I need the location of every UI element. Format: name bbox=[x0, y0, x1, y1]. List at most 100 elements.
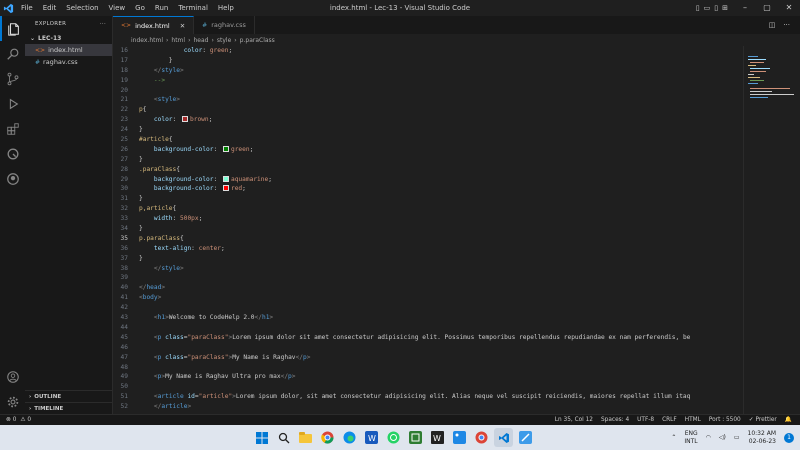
code-line[interactable]: 37} bbox=[113, 254, 743, 264]
code-line[interactable]: 46 bbox=[113, 343, 743, 353]
code-line[interactable]: 39 bbox=[113, 273, 743, 283]
settings-gear-icon[interactable] bbox=[0, 389, 25, 414]
snipping-tool-icon[interactable] bbox=[516, 428, 535, 447]
code-line[interactable]: 49 <p>My Name is Raghav Ultra pro max</p… bbox=[113, 372, 743, 382]
tab-raghav-css[interactable]: # raghav.css bbox=[194, 16, 255, 34]
code-line[interactable]: 40 </head> bbox=[113, 283, 743, 293]
close-button[interactable]: ✕ bbox=[778, 0, 800, 16]
color-swatch-icon[interactable] bbox=[222, 145, 229, 152]
close-tab-icon[interactable]: ✕ bbox=[180, 22, 185, 30]
code-line[interactable]: 21 <style> bbox=[113, 95, 743, 105]
line-endings[interactable]: CRLF bbox=[662, 417, 677, 423]
code-editor[interactable]: 16 color: green; 17 } 18 </style> 19 --> 20 2… bbox=[113, 46, 743, 414]
code-line[interactable]: 24} bbox=[113, 125, 743, 135]
minimize-button[interactable]: – bbox=[734, 0, 756, 16]
notification-icon[interactable]: 1 bbox=[784, 432, 794, 443]
code-line[interactable]: 41 <body> bbox=[113, 293, 743, 303]
customize-layout-icon[interactable]: ⊞ bbox=[722, 0, 728, 16]
errors-count[interactable]: ⊗ 0 bbox=[6, 417, 16, 423]
code-line[interactable]: 51 <article id="article">Lorem ipsum dol… bbox=[113, 392, 743, 402]
code-line[interactable]: 16 color: green; bbox=[113, 46, 743, 56]
encoding[interactable]: UTF-8 bbox=[637, 417, 654, 423]
code-line[interactable]: 43 <h1>Welcome to CodeHelp 2.0</h1> bbox=[113, 313, 743, 323]
source-control-icon[interactable] bbox=[0, 66, 25, 91]
tab-index-html[interactable]: <> index.html ✕ bbox=[113, 16, 195, 34]
live-server-port[interactable]: Port : 5500 bbox=[709, 417, 741, 423]
photos-icon[interactable] bbox=[450, 428, 469, 447]
menu-item-go[interactable]: Go bbox=[130, 0, 150, 16]
run-debug-icon[interactable] bbox=[0, 91, 25, 116]
windows-start-icon[interactable] bbox=[252, 428, 271, 447]
code-line[interactable]: 30 background-color: red; bbox=[113, 184, 743, 194]
word-icon[interactable]: W bbox=[362, 428, 381, 447]
battery-icon[interactable]: ▭ bbox=[734, 434, 740, 441]
code-line[interactable]: 17 } bbox=[113, 56, 743, 66]
menu-item-edit[interactable]: Edit bbox=[38, 0, 62, 16]
toggle-panel-icon[interactable]: ▭ bbox=[704, 0, 711, 16]
chrome-profile-icon[interactable] bbox=[472, 428, 491, 447]
prettier-status[interactable]: ✓ Prettier bbox=[749, 417, 777, 423]
edge-icon[interactable] bbox=[340, 428, 359, 447]
code-line[interactable]: 33 width: 500px; bbox=[113, 214, 743, 224]
warnings-count[interactable]: ⚠ 0 bbox=[20, 417, 31, 423]
minimap[interactable] bbox=[743, 46, 800, 414]
split-editor-icon[interactable]: ◫ bbox=[769, 21, 776, 29]
code-line[interactable]: 20 bbox=[113, 86, 743, 96]
language-indicator[interactable]: ENG INTL bbox=[684, 430, 697, 446]
code-line[interactable]: 31} bbox=[113, 194, 743, 204]
winrar-icon[interactable]: W bbox=[428, 428, 447, 447]
vscode-taskbar-icon[interactable] bbox=[494, 428, 513, 447]
code-line[interactable]: 48 bbox=[113, 363, 743, 373]
code-line[interactable]: 42 bbox=[113, 303, 743, 313]
toggle-secondary-sidebar-icon[interactable]: ▯ bbox=[714, 0, 718, 16]
code-line[interactable]: 25 #article{ bbox=[113, 135, 743, 145]
code-line[interactable]: 18 </style> bbox=[113, 66, 743, 76]
menu-item-view[interactable]: View bbox=[104, 0, 131, 16]
color-swatch-icon[interactable] bbox=[222, 175, 229, 182]
excel-like-icon[interactable] bbox=[406, 428, 425, 447]
breadcrumb-item[interactable]: head bbox=[193, 37, 208, 44]
folder-lec-13[interactable]: ⌄ LEC-13 bbox=[25, 32, 112, 44]
language-mode[interactable]: HTML bbox=[685, 417, 701, 423]
taskbar-search-icon[interactable] bbox=[274, 428, 293, 447]
more-actions-icon[interactable]: ··· bbox=[783, 21, 790, 29]
code-line[interactable]: 35 p.paraClass{ bbox=[113, 234, 743, 244]
code-line[interactable]: 23 color: brown; bbox=[113, 115, 743, 125]
clock[interactable]: 10:32 AM 02-06-23 bbox=[748, 430, 776, 446]
github-icon[interactable] bbox=[0, 166, 25, 191]
menu-item-run[interactable]: Run bbox=[150, 0, 173, 16]
code-line[interactable]: 36 text-align: center; bbox=[113, 244, 743, 254]
cursor-position[interactable]: Ln 35, Col 12 bbox=[555, 417, 593, 423]
maximize-button[interactable]: ▢ bbox=[756, 0, 778, 16]
code-line[interactable]: 19 --> bbox=[113, 76, 743, 86]
code-line[interactable]: 28 .paraClass{ bbox=[113, 165, 743, 175]
code-line[interactable]: 27} bbox=[113, 155, 743, 165]
volume-icon[interactable]: ◁) bbox=[719, 434, 726, 441]
indentation[interactable]: Spaces: 4 bbox=[601, 417, 629, 423]
testing-icon[interactable] bbox=[0, 141, 25, 166]
code-line[interactable]: 22 p{ bbox=[113, 105, 743, 115]
breadcrumb-item[interactable]: html bbox=[171, 37, 185, 44]
breadcrumb-item[interactable]: index.html bbox=[131, 37, 163, 44]
color-swatch-icon[interactable] bbox=[182, 116, 188, 123]
extensions-icon[interactable] bbox=[0, 116, 25, 141]
breadcrumb-item[interactable]: p.paraClass bbox=[240, 37, 275, 44]
chevron-up-icon[interactable]: ⌃ bbox=[671, 434, 676, 441]
chrome-icon[interactable] bbox=[318, 428, 337, 447]
explorer-icon[interactable] bbox=[0, 16, 25, 41]
toggle-sidebar-icon[interactable]: ▯ bbox=[696, 0, 700, 16]
wifi-icon[interactable]: ◠ bbox=[706, 434, 711, 441]
code-line[interactable]: 26 background-color: green; bbox=[113, 145, 743, 155]
file-index-html[interactable]: <> index.html bbox=[25, 44, 112, 56]
code-line[interactable]: 32 p,article{ bbox=[113, 204, 743, 214]
code-line[interactable]: 34} bbox=[113, 224, 743, 234]
menu-item-file[interactable]: File bbox=[16, 0, 38, 16]
outline-section[interactable]: › OUTLINE bbox=[25, 390, 113, 402]
breadcrumb-item[interactable]: style bbox=[217, 37, 231, 44]
timeline-section[interactable]: › TIMELINE bbox=[25, 402, 113, 414]
menu-item-selection[interactable]: Selection bbox=[61, 0, 103, 16]
account-icon[interactable] bbox=[0, 364, 25, 389]
code-line[interactable]: 52 </article> bbox=[113, 402, 743, 412]
code-line[interactable]: 47 <p class="paraClass">My Name is Ragha… bbox=[113, 353, 743, 363]
code-line[interactable]: 44 bbox=[113, 323, 743, 333]
